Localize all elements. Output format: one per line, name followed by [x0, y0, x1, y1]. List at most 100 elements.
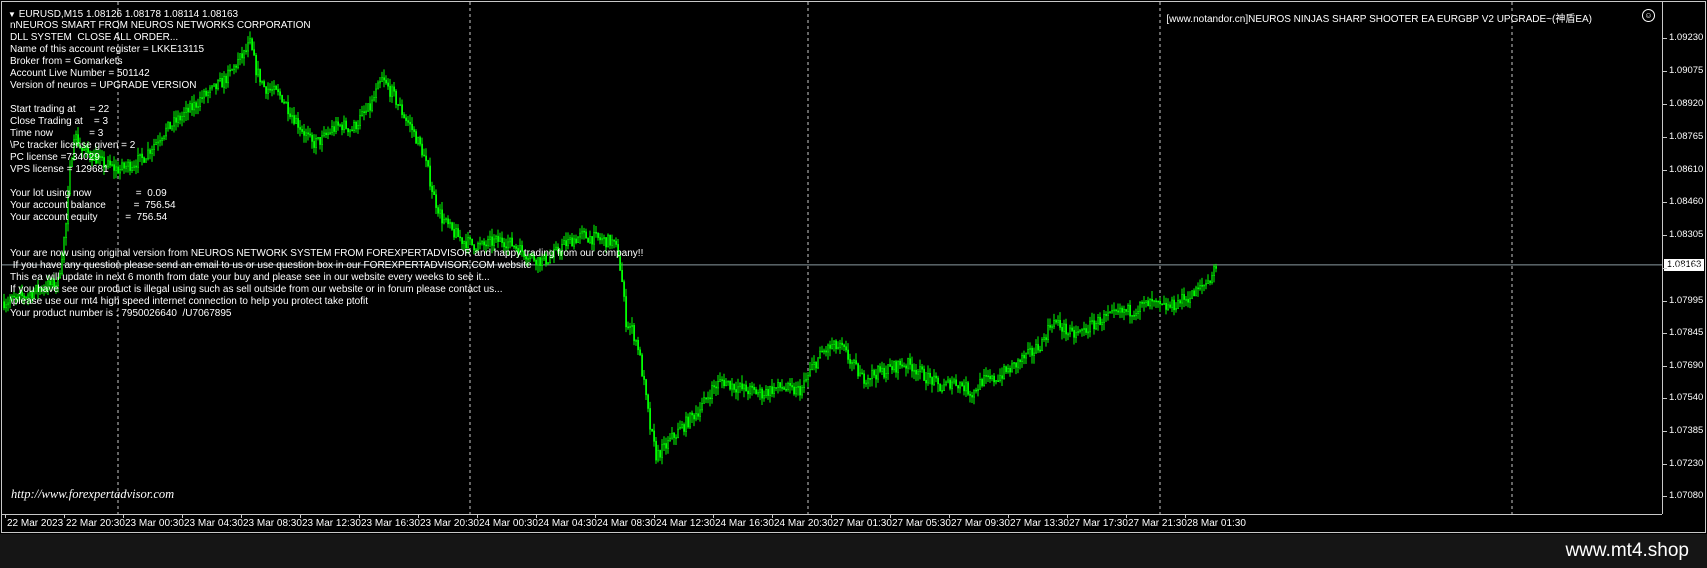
candle-body [423, 154, 426, 157]
watermark-url: http://www.forexpertadvisor.com [11, 487, 175, 501]
info-line: nNEUROS SMART FROM NEUROS NETWORKS CORPO… [10, 20, 311, 31]
candle-body [613, 239, 616, 242]
candle-body [437, 207, 440, 214]
time-tick-mark [772, 515, 773, 518]
candle-body [361, 111, 364, 117]
candle-body [1063, 323, 1066, 332]
candle-body [199, 97, 202, 107]
candle-body [321, 135, 324, 145]
candle-body [101, 156, 104, 158]
candle-body [1041, 339, 1044, 352]
candle-body [723, 379, 726, 387]
info-line: Your account equity = 756.54 [10, 212, 168, 223]
price-tick-mark [1663, 332, 1667, 334]
candle-body [1069, 327, 1072, 335]
candle-body [729, 380, 732, 390]
candle-body [483, 241, 486, 246]
candle-body [1051, 325, 1054, 328]
candle-body [369, 103, 372, 111]
candle-body [335, 121, 338, 132]
candle-body [425, 155, 428, 161]
candle-body [197, 106, 200, 108]
candle-body [919, 366, 922, 373]
candle-body [391, 86, 394, 97]
candle-body [623, 281, 626, 297]
candle-body [1137, 311, 1140, 314]
candle-body [921, 366, 924, 370]
candle-body [339, 124, 342, 127]
time-tick-mark [5, 515, 6, 518]
candle-body [251, 38, 254, 50]
time-tick-label: 27 Mar 21:30 [1128, 518, 1187, 529]
price-tick-mark [1663, 37, 1667, 39]
candle-body [223, 75, 226, 88]
time-tick-mark [477, 515, 478, 518]
candle-body [579, 232, 582, 238]
candle-body [281, 95, 284, 103]
candle-body [731, 383, 734, 390]
candle-body [407, 120, 410, 123]
candle-body [163, 135, 166, 139]
price-tick-label: 1.07385 [1669, 424, 1704, 436]
candle-body [207, 91, 210, 96]
candle-body [831, 344, 834, 349]
candle-body [511, 237, 514, 247]
candle-body [509, 237, 512, 243]
smiley-icon[interactable]: ☺ [1642, 9, 1655, 22]
candle-body [1057, 320, 1060, 323]
time-tick-mark [831, 515, 832, 518]
candle-body [1193, 290, 1196, 297]
candle-body [179, 115, 182, 121]
price-tick-label: 1.08920 [1669, 97, 1704, 109]
time-tick-mark [654, 515, 655, 518]
time-tick-mark [359, 515, 360, 518]
candle-body [567, 239, 570, 247]
candle-body [1189, 297, 1192, 303]
candle-body [1011, 363, 1014, 373]
triangle-down-icon[interactable]: ▼ [8, 10, 16, 19]
candle-body [379, 81, 382, 84]
candle-body [427, 160, 430, 167]
candle-body [849, 359, 852, 364]
candle-body [123, 162, 126, 169]
candle-body [261, 81, 264, 83]
candle-body [741, 383, 744, 390]
candle-body [687, 416, 690, 428]
candle-body [883, 367, 886, 378]
candle-body [625, 296, 628, 328]
candle-body [1199, 284, 1202, 290]
candle-body [703, 397, 706, 404]
candle-body [253, 49, 256, 56]
candle-body [859, 372, 862, 377]
candle-body [311, 134, 314, 142]
price-tick-mark [1663, 70, 1667, 72]
candle-body [431, 185, 434, 192]
time-axis[interactable]: 22 Mar 2023 22 Mar 20:30 23 Mar 00:30 23 Ma… [2, 514, 1662, 533]
candle-body [329, 132, 332, 135]
candle-body [769, 386, 772, 396]
candle-body [291, 115, 294, 117]
price-axis[interactable]: 1.08163 1.09230 1.09075 1.08920 1.08765 1.08… [1662, 2, 1707, 514]
candle-body [805, 379, 808, 382]
candle-body [421, 143, 424, 156]
candle-body [343, 120, 346, 131]
info-line: Close Trading at = 3 [10, 116, 109, 127]
candle-body [135, 165, 138, 168]
candle-body [1029, 347, 1032, 350]
candle-body [415, 131, 418, 144]
candle-body [565, 240, 568, 247]
info-line: Your are now using original version from… [10, 248, 644, 259]
chart-plot-area[interactable]: ▼ EURUSD,M15 1.08126 1.08178 1.08114 1.0… [2, 2, 1662, 514]
candle-body [373, 97, 376, 101]
candle-body [145, 158, 148, 163]
candle-body [471, 238, 474, 245]
candle-body [365, 110, 368, 113]
candle-body [315, 138, 318, 148]
price-tick-label: 1.07690 [1669, 359, 1704, 371]
candle-body [605, 237, 608, 248]
candle-body [189, 103, 192, 113]
candle-body [1105, 314, 1108, 316]
candle-body [931, 377, 934, 385]
candle-body [411, 123, 414, 130]
candle-body [1023, 354, 1026, 359]
